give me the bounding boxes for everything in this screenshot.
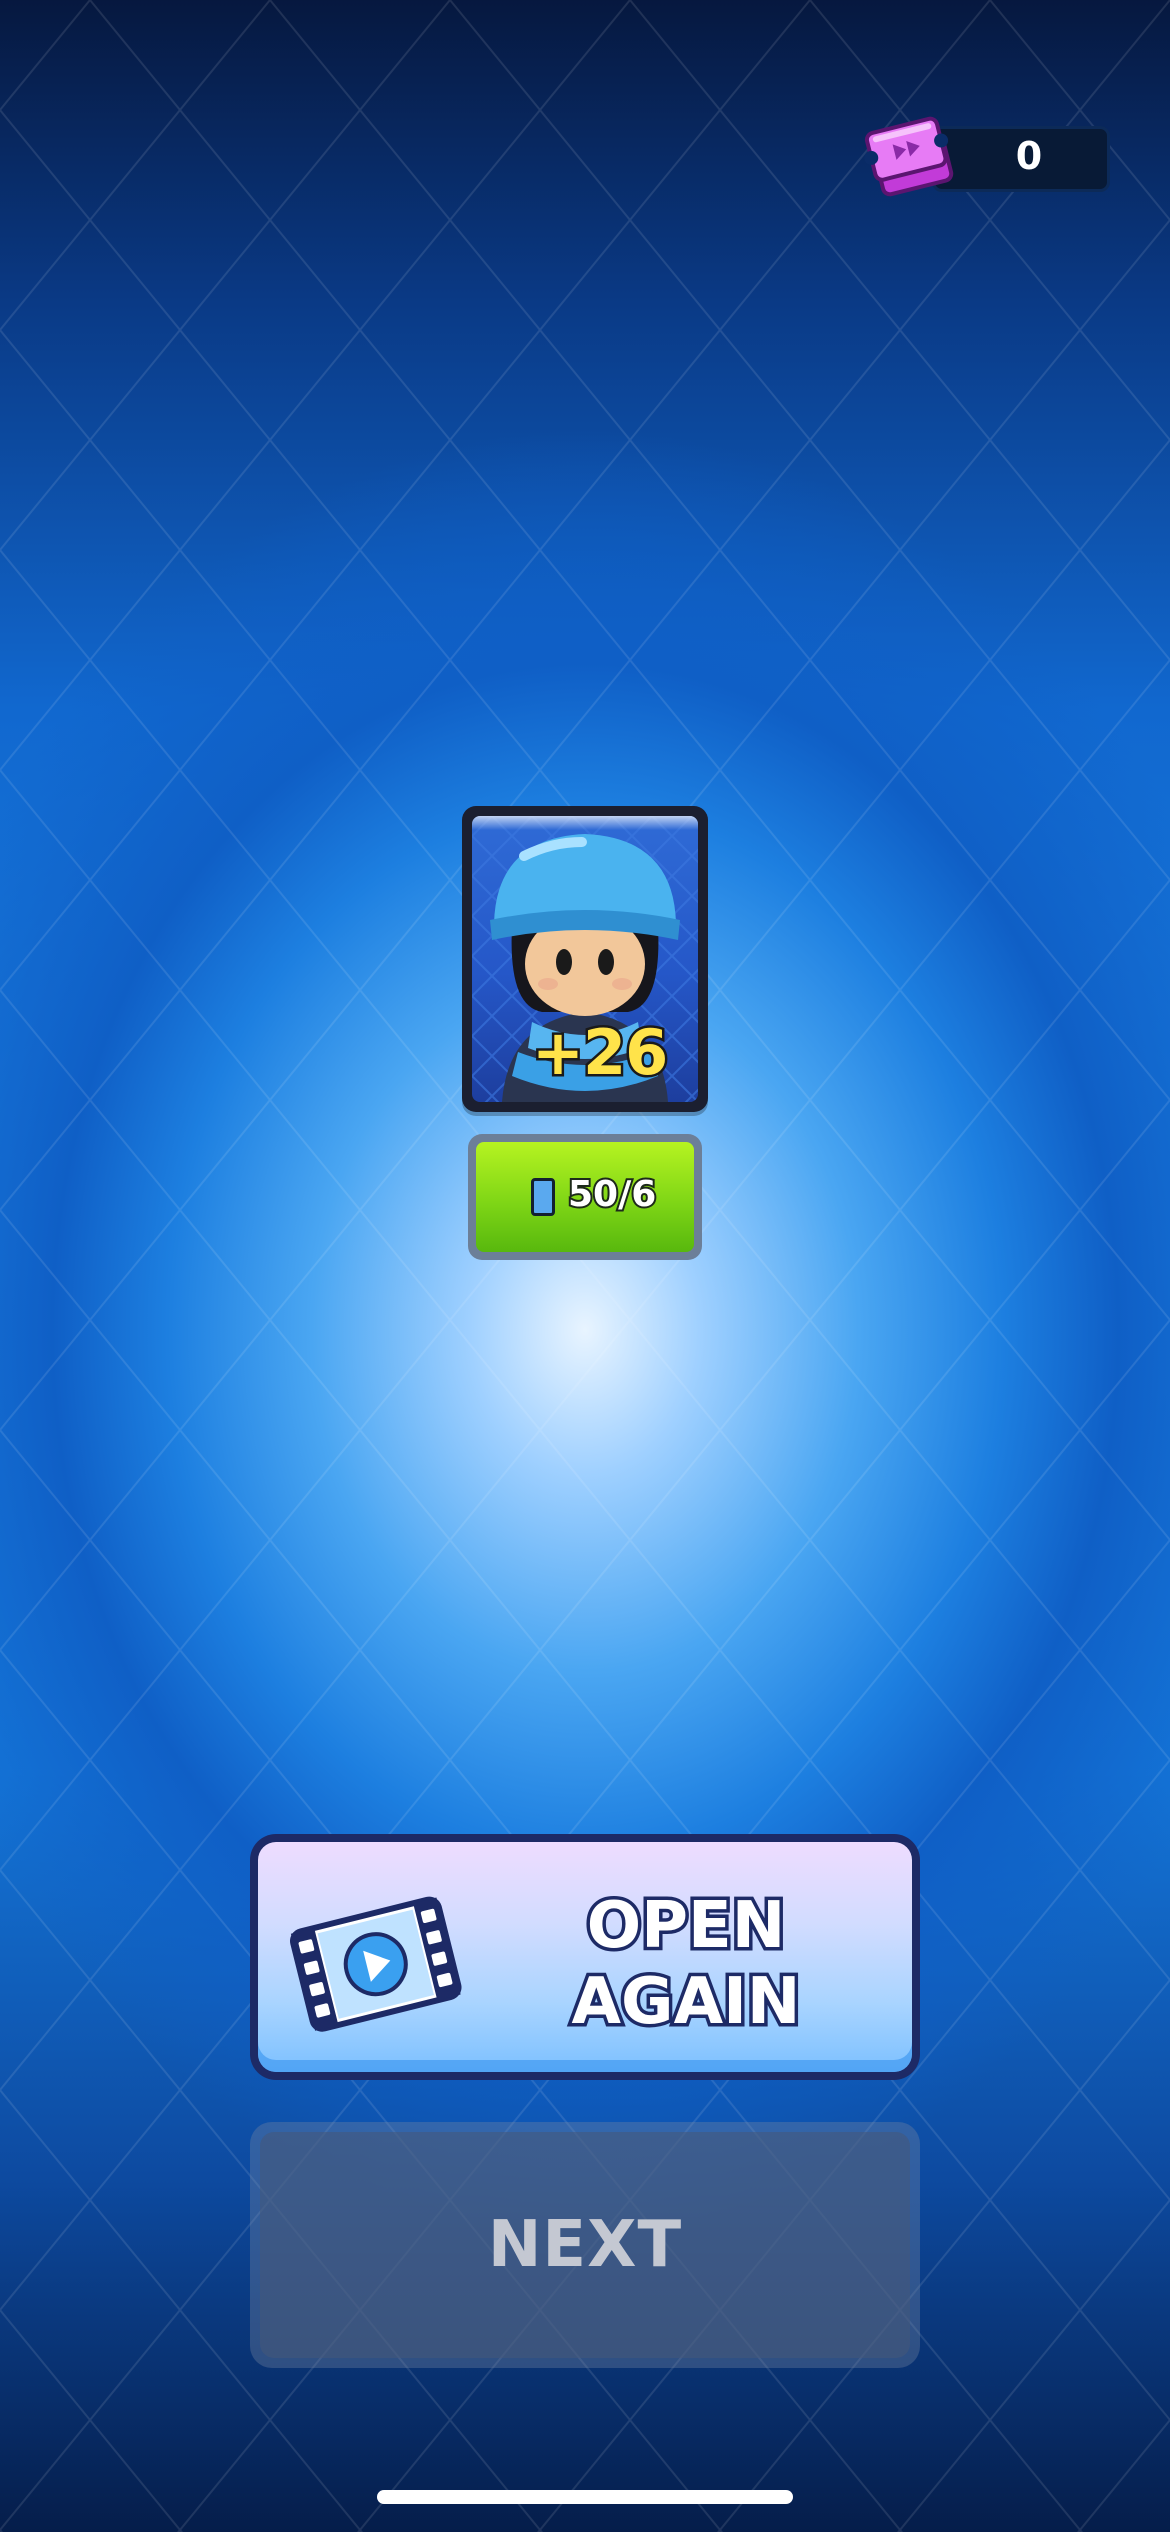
open-again-face: OPEN AGAIN	[258, 1842, 912, 2072]
video-ad-icon	[290, 1896, 462, 2032]
card-progress-label: 50/6	[566, 1172, 658, 1217]
ticket-icon	[864, 116, 954, 197]
card-shine	[472, 816, 698, 830]
card-reward-screen: 0 +26 50/6 OPEN AGAIN NEXT	[0, 0, 1170, 2532]
open-again-line2: AGAIN	[568, 1962, 804, 2043]
card-art: +26	[472, 816, 698, 1102]
reward-card: +26	[462, 806, 708, 1112]
next-button[interactable]: NEXT	[250, 2122, 920, 2368]
card-progress-bar: 50/6	[468, 1134, 702, 1260]
open-again-line1: OPEN	[583, 1886, 789, 1967]
card-icon	[531, 1178, 555, 1216]
card-count-label: +26	[530, 1014, 671, 1092]
card-progress-fill: 50/6	[476, 1142, 694, 1252]
home-indicator[interactable]	[377, 2490, 793, 2504]
next-button-face: NEXT	[260, 2132, 910, 2358]
open-again-button[interactable]: OPEN AGAIN	[250, 1834, 920, 2080]
open-again-label: OPEN AGAIN	[536, 1886, 836, 2043]
next-label: NEXT	[487, 2208, 683, 2282]
ticket-currency[interactable]: 0	[862, 104, 1110, 212]
